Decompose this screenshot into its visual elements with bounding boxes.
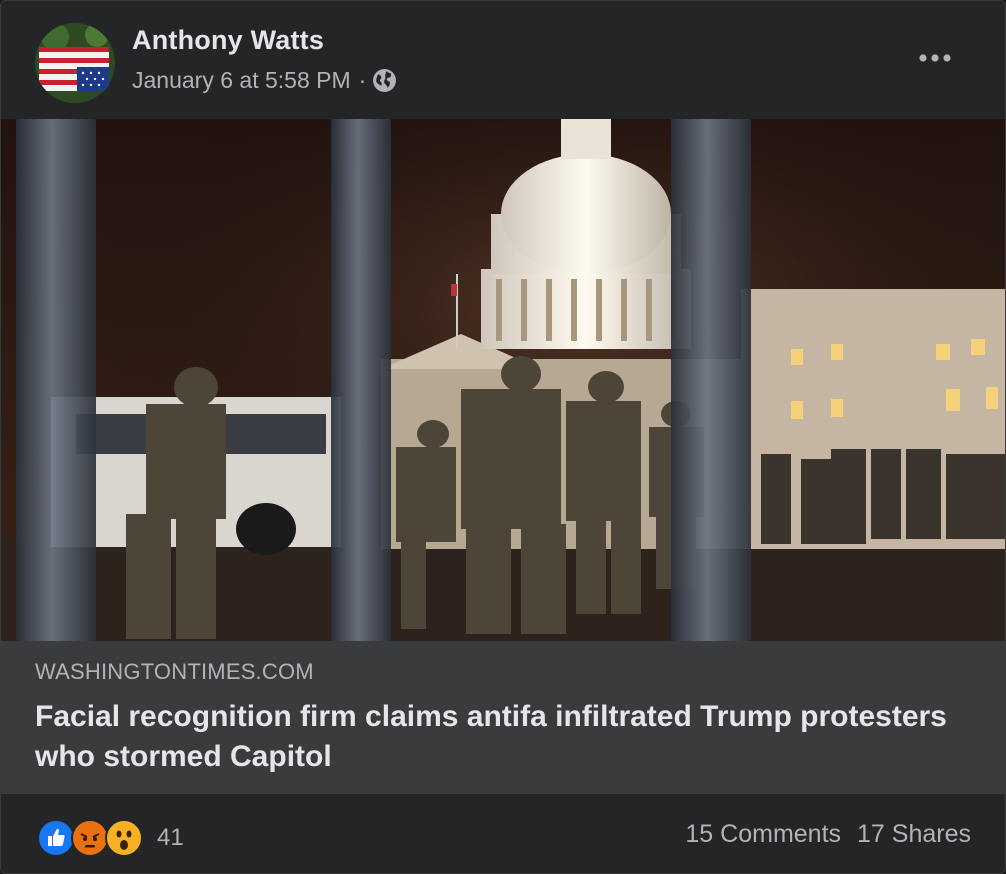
author-avatar[interactable] [35,23,115,103]
more-options-button[interactable] [911,43,959,73]
capitol-night-photo [1,119,1005,641]
meta-separator: · [358,67,367,93]
link-preview-image[interactable] [1,119,1005,641]
globe-icon[interactable] [372,68,397,93]
avatar-flag-image [35,23,115,103]
link-preview-details[interactable]: WASHINGTONTIMES.COM Facial recognition f… [1,641,1005,794]
post-meta: January 6 at 5:58 PM · [132,67,397,94]
like-icon [37,819,75,857]
engagement-stats: 15 Comments 17 Shares [685,820,971,849]
reactions-summary[interactable]: 41 [37,818,184,858]
post-timestamp[interactable]: January 6 at 5:58 PM [132,67,351,94]
author-name[interactable]: Anthony Watts [132,25,324,56]
post-header: Anthony Watts January 6 at 5:58 PM · [1,1,1005,119]
post-card: Anthony Watts January 6 at 5:58 PM · WAS… [0,0,1006,874]
reaction-count: 41 [157,824,184,851]
link-headline: Facial recognition firm claims antifa in… [35,700,947,773]
engagement-bar: 41 15 Comments 17 Shares [1,794,1005,873]
wow-icon [105,819,143,857]
more-options-icon [919,54,951,62]
angry-icon [71,819,109,857]
comments-count[interactable]: 15 Comments [685,820,841,849]
link-domain: WASHINGTONTIMES.COM [35,659,314,684]
shares-count[interactable]: 17 Shares [857,820,971,849]
